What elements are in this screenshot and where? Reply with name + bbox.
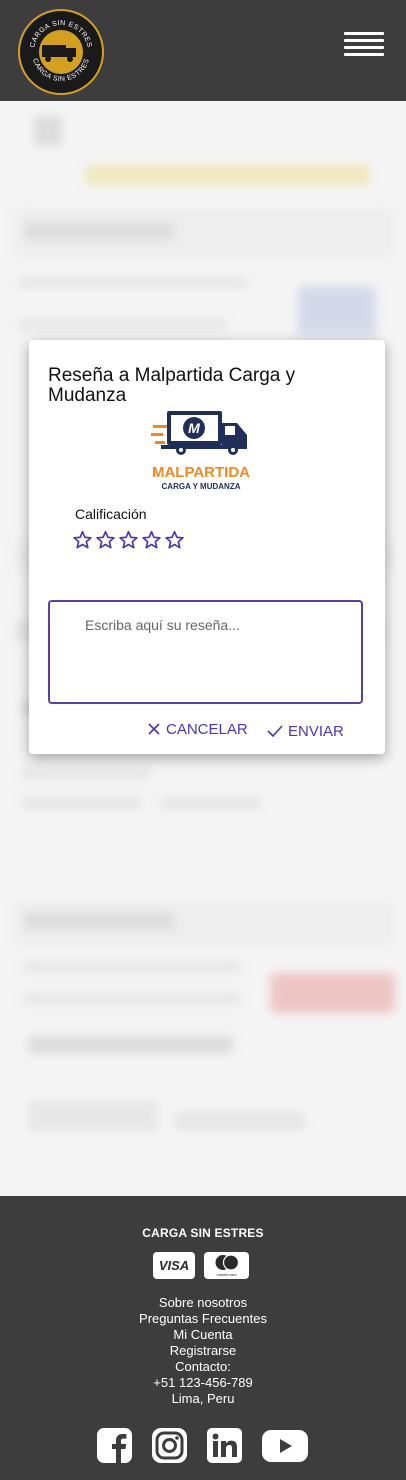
link-my-account[interactable]: Mi Cuenta [0,1327,406,1343]
link-register[interactable]: Registrarse [0,1343,406,1359]
mastercard-label: mastercard [216,1272,237,1277]
star-rating [71,529,186,551]
review-textarea[interactable] [48,600,363,704]
star-4-icon[interactable] [140,529,163,551]
payment-methods: VISA mastercard [153,1252,258,1279]
social-links [97,1428,328,1463]
footer-links: Sobre nosotros Preguntas Frecuentes Mi C… [0,1295,406,1407]
app-header: CARGA SIN ESTRES CARGA SIN ESTRES [0,0,406,101]
dialog-title: Reseña a Malpartida Carga y Mudanza [48,365,296,406]
instagram-icon[interactable] [152,1428,187,1463]
star-2-icon[interactable] [94,529,117,551]
company-logo-name: MALPARTIDA [152,464,250,481]
review-dialog: Reseña a Malpartida Carga y Mudanza M MA… [29,340,385,754]
hamburger-menu-icon[interactable] [344,32,384,58]
contact-phone: +51 123-456-789 [153,1375,253,1390]
star-1-icon[interactable] [71,529,94,551]
star-5-icon[interactable] [163,529,186,551]
company-logo-letter: M [188,420,200,436]
send-button[interactable]: ENVIAR [267,720,344,742]
youtube-icon[interactable] [262,1429,308,1462]
visa-card-icon: VISA [153,1252,195,1279]
contact-label: Contacto: [175,1359,231,1374]
check-icon [267,725,283,738]
linkedin-icon[interactable] [207,1428,242,1463]
cancel-button[interactable]: CANCELAR [147,718,248,740]
cancel-button-label: CANCELAR [166,720,248,738]
site-footer: CARGA SIN ESTRES VISA mastercard Sobre n… [0,1196,406,1480]
rating-label: Calificación [75,506,147,522]
brand-logo[interactable]: CARGA SIN ESTRES CARGA SIN ESTRES [18,9,104,95]
contact-location: Lima, Peru [171,1391,235,1406]
company-logo: M MALPARTIDA CARGA Y MUDANZA [151,405,251,495]
mastercard-icon: mastercard [204,1252,249,1279]
star-3-icon[interactable] [117,529,140,551]
close-icon [148,723,160,735]
link-faq[interactable]: Preguntas Frecuentes [0,1311,406,1327]
send-button-label: ENVIAR [288,722,344,740]
company-logo-tagline: CARGA Y MUDANZA [162,482,241,491]
link-about[interactable]: Sobre nosotros [0,1295,406,1311]
facebook-icon[interactable] [97,1428,132,1463]
footer-brand: CARGA SIN ESTRES [142,1226,264,1240]
